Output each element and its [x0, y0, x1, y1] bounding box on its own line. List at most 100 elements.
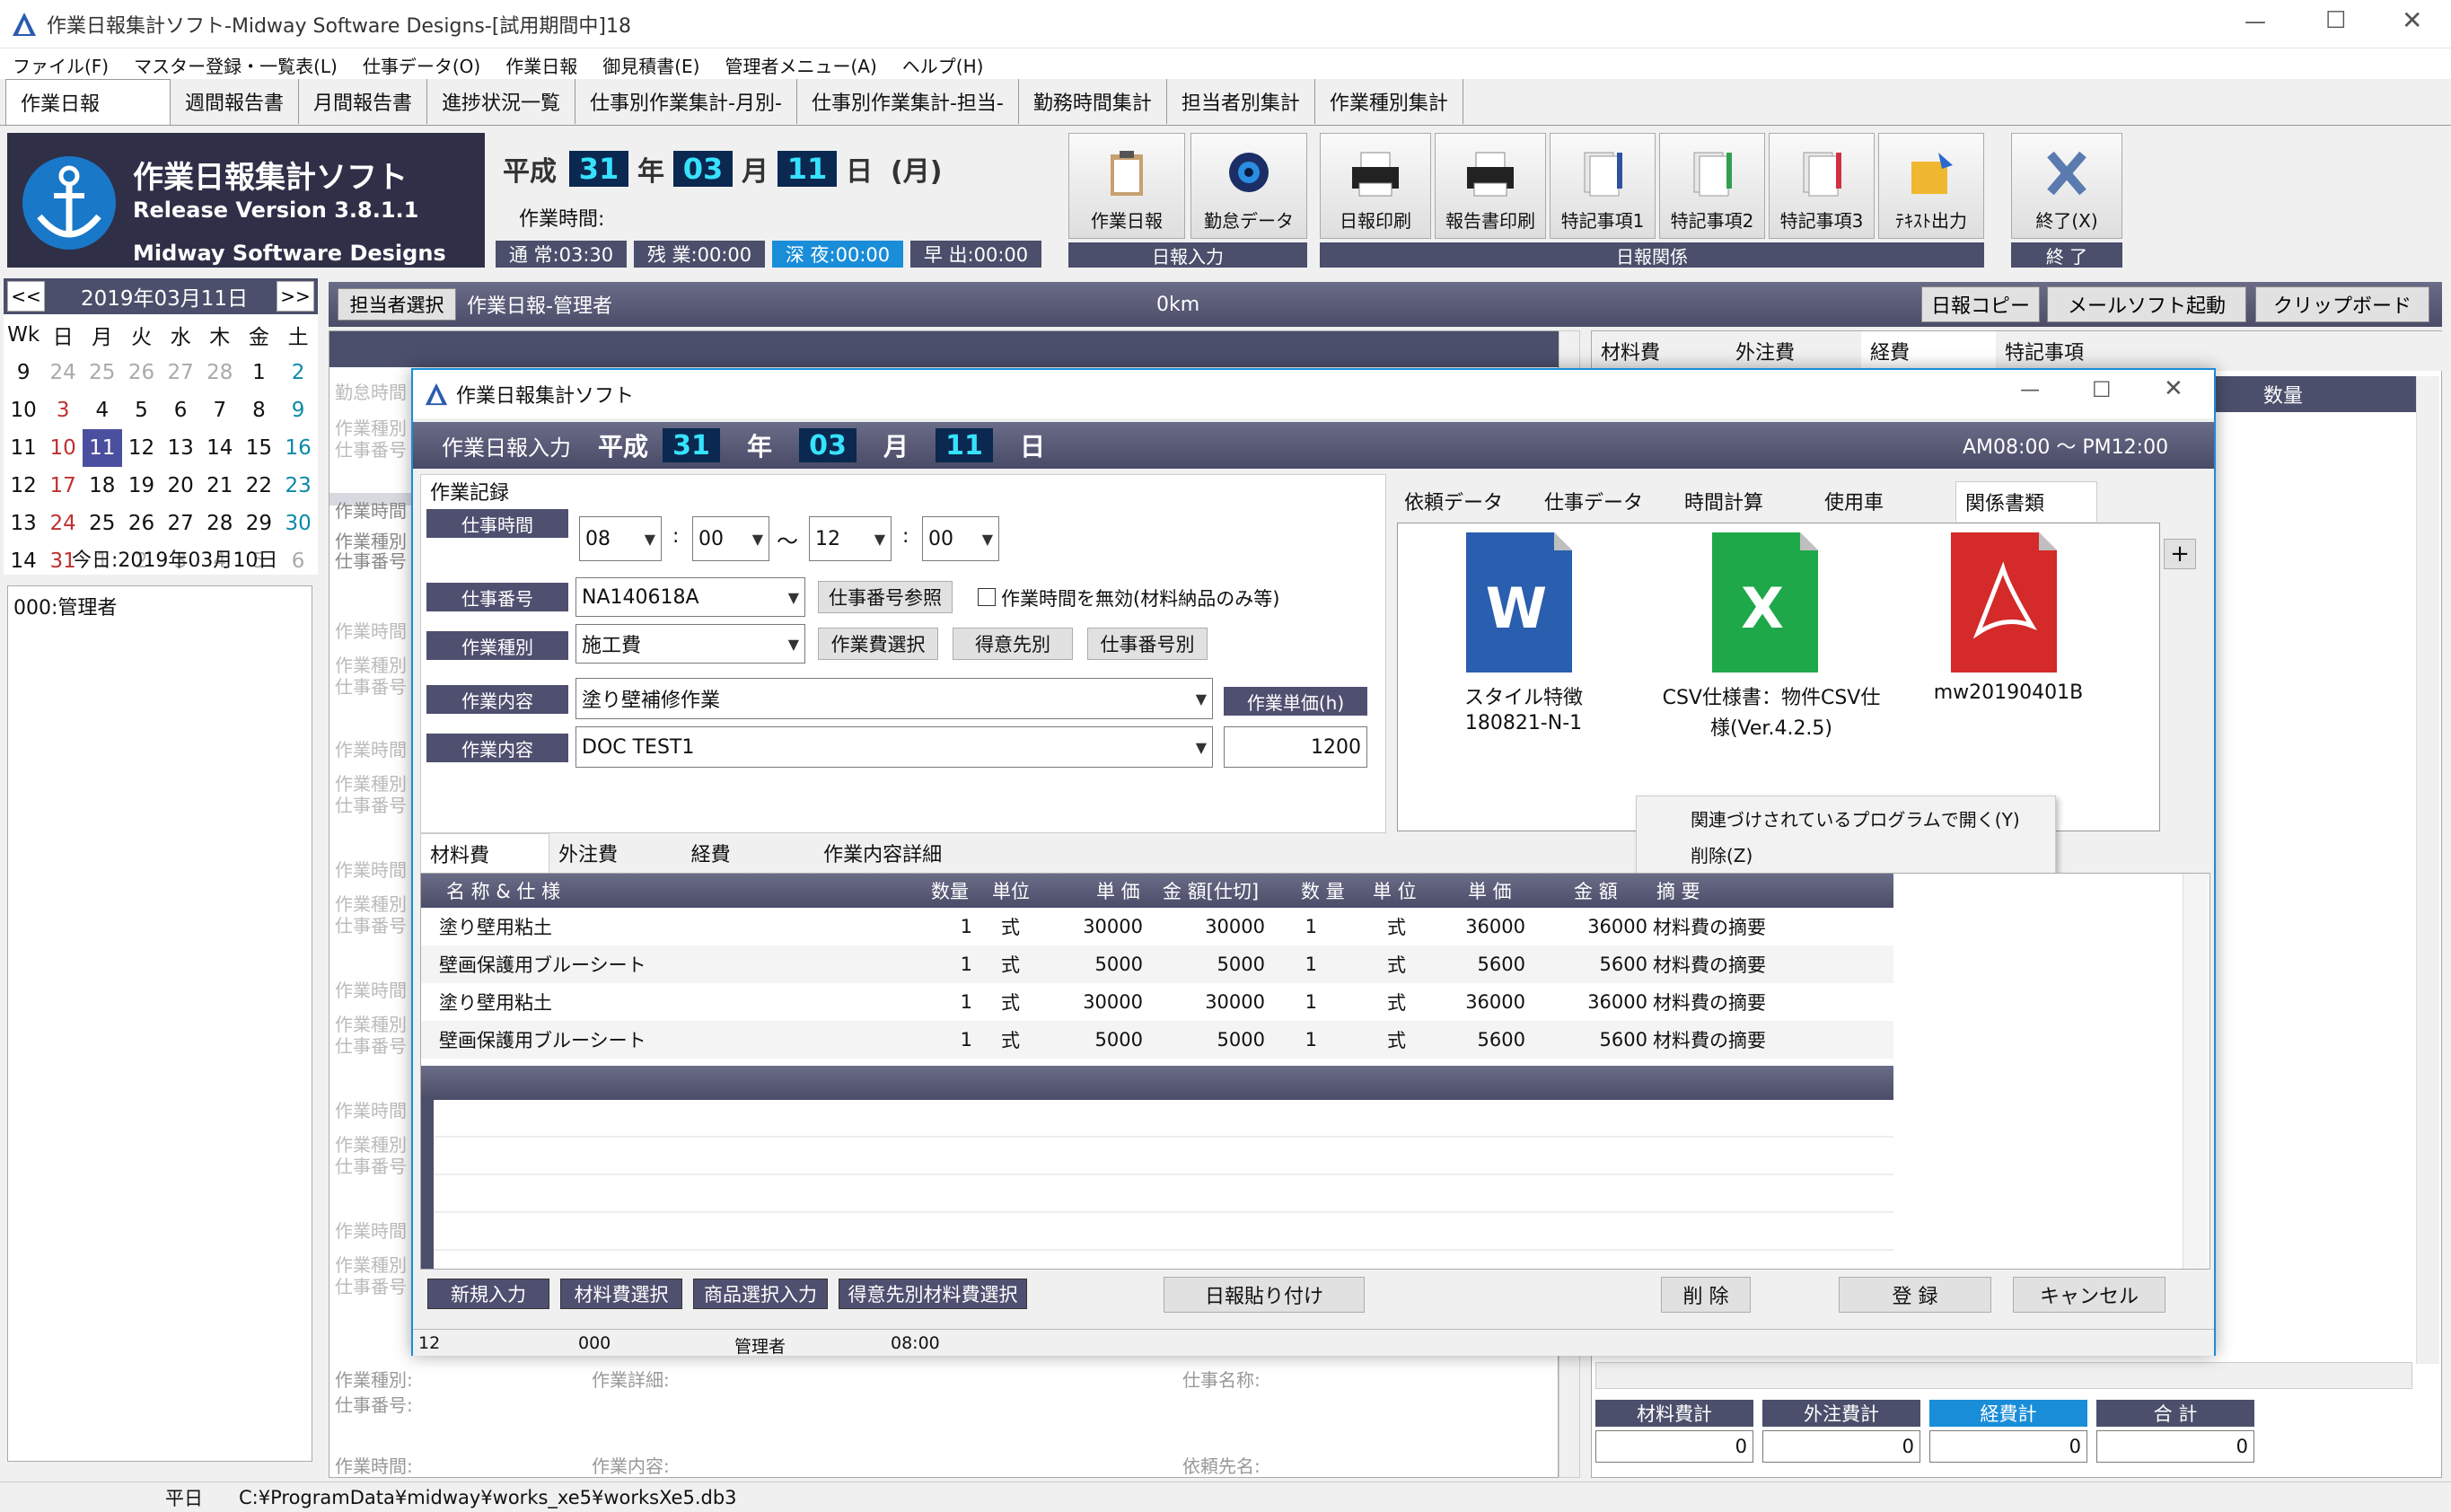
- tab-time-calc[interactable]: 時間計算: [1675, 481, 1815, 521]
- tool-daily-report[interactable]: 作業日報: [1068, 133, 1185, 239]
- tab-job-data[interactable]: 仕事データ: [1535, 481, 1675, 521]
- table-row[interactable]: 壁画保護用ブルーシート 1 式 5000 5000 1 式 5600 5600 …: [421, 1021, 1893, 1059]
- tab-monthly-report[interactable]: 月間報告書: [299, 79, 428, 124]
- tab-staff-summary[interactable]: 担当者別集計: [1167, 79, 1315, 124]
- add-doc-button[interactable]: +: [2164, 539, 2196, 569]
- new-entry-button[interactable]: 新規入力: [427, 1279, 549, 1309]
- calendar-selected-day[interactable]: 11: [82, 429, 122, 467]
- context-open-with[interactable]: 関連づけされているプログラムで開く(Y): [1691, 805, 2020, 831]
- exit-button[interactable]: 終了(X): [2011, 133, 2122, 239]
- tab-request-data[interactable]: 依頼データ: [1395, 481, 1535, 521]
- clipboard-button[interactable]: クリップボード: [2255, 286, 2429, 322]
- by-job-number-button[interactable]: 仕事番号別: [1087, 628, 1208, 660]
- calendar-next-button[interactable]: >>: [277, 281, 314, 312]
- table-row[interactable]: 壁画保護用ブルーシート 1 式 5000 5000 1 式 5600 5600 …: [421, 945, 1893, 983]
- row-label: 仕事番号: [335, 1035, 407, 1057]
- staff-list-item[interactable]: 000:管理者: [8, 586, 312, 626]
- by-client-button[interactable]: 得意先別: [953, 628, 1073, 660]
- job-number-select[interactable]: NA140618A ▼: [575, 577, 805, 617]
- client-material-select-button[interactable]: 得意先別材料費選択: [839, 1279, 1027, 1309]
- dialog-minimize-icon[interactable]: —: [2020, 379, 2040, 401]
- table-row[interactable]: 塗り壁用粘土 1 式 30000 30000 1 式 36000 36000 材…: [421, 908, 1893, 945]
- tab-worktype-summary[interactable]: 作業種別集計: [1315, 79, 1463, 124]
- tool-note1[interactable]: 特記事項1: [1550, 133, 1656, 239]
- register-button[interactable]: 登 録: [1839, 1277, 1991, 1313]
- menu-job-data[interactable]: 仕事データ(O): [363, 52, 480, 78]
- doc-item-word[interactable]: W: [1461, 532, 1586, 676]
- material-select-button[interactable]: 材料費選択: [560, 1279, 682, 1309]
- minimize-icon[interactable]: —: [2245, 9, 2266, 34]
- menu-daily-report[interactable]: 作業日報: [505, 52, 577, 78]
- tab-material-cost[interactable]: 材料費: [420, 833, 549, 874]
- job-number-ref-button[interactable]: 仕事番号参照: [818, 581, 953, 613]
- dialog-title: 作業日報集計ソフト: [456, 385, 635, 408]
- close-icon[interactable]: ✕: [2402, 5, 2422, 35]
- doc-item-pdf[interactable]: [1946, 532, 2071, 676]
- work-type-select[interactable]: 施工費 ▼: [575, 624, 805, 664]
- right-tab-outsource[interactable]: 外注費: [1726, 331, 1861, 371]
- tool-attendance[interactable]: 勤怠データ: [1190, 133, 1307, 239]
- work-content-select[interactable]: 塗り壁補修作業 ▼: [575, 678, 1213, 719]
- context-delete[interactable]: 削除(Z): [1691, 841, 1753, 867]
- work-cost-select-button[interactable]: 作業費選択: [818, 628, 938, 660]
- tab-vehicle[interactable]: 使用車: [1815, 481, 1955, 521]
- dialog-close-icon[interactable]: ✕: [2164, 375, 2183, 402]
- table-row[interactable]: 塗り壁用粘土 1 式 30000 30000 1 式 36000 36000 材…: [421, 983, 1893, 1021]
- menu-admin[interactable]: 管理者メニュー(A): [725, 52, 876, 78]
- cost-grid-scrollbar[interactable]: [2183, 874, 2208, 1269]
- product-select-button[interactable]: 商品選択入力: [693, 1279, 828, 1309]
- total-expense-label: 経費計: [1929, 1400, 2087, 1427]
- end-hour-select[interactable]: 12 ▼: [809, 516, 892, 561]
- staff-list[interactable]: 000:管理者: [7, 585, 312, 1462]
- pdf-file-icon: [1951, 532, 2057, 672]
- disable-time-checkbox[interactable]: [978, 588, 996, 606]
- end-minute-select[interactable]: 00 ▼: [922, 516, 999, 561]
- mail-soft-button[interactable]: メールソフト起動: [2047, 286, 2246, 322]
- menu-master[interactable]: マスター登録・一覧表(L): [134, 52, 338, 78]
- unit-price-input[interactable]: 1200: [1224, 726, 1367, 768]
- staff-select-button[interactable]: 担当者選択: [338, 288, 456, 321]
- menu-file[interactable]: ファイル(F): [13, 52, 109, 78]
- tab-daily-report[interactable]: 作業日報: [5, 79, 171, 125]
- row-label: 仕事番号: [335, 676, 407, 698]
- start-minute-select[interactable]: 00 ▼: [692, 516, 769, 561]
- tool-note3[interactable]: 特記事項3: [1769, 133, 1875, 239]
- tab-work-hours[interactable]: 勤務時間集計: [1019, 79, 1167, 124]
- tool-print-report[interactable]: 報告書印刷: [1435, 133, 1546, 239]
- calendar-prev-button[interactable]: <<: [7, 281, 45, 312]
- right-panel-hscroll[interactable]: [1595, 1362, 2412, 1389]
- row-detail-label: 作業詳細:: [592, 1369, 670, 1391]
- row-label: 仕事番号: [335, 795, 407, 816]
- tab-weekly-report[interactable]: 週間報告書: [171, 79, 300, 124]
- tab-outsource-cost[interactable]: 外注費: [549, 833, 682, 873]
- copy-report-button[interactable]: 日報コピー: [1921, 286, 2040, 322]
- maximize-icon[interactable]: ☐: [2325, 7, 2346, 34]
- dialog-maximize-icon[interactable]: ☐: [2092, 377, 2112, 402]
- menu-help[interactable]: ヘルプ(H): [902, 52, 984, 78]
- total-sum-value: 0: [2096, 1430, 2254, 1463]
- tab-related-docs[interactable]: 関係書類: [1955, 481, 2097, 522]
- tab-job-staff[interactable]: 仕事別作業集計-担当-: [797, 79, 1019, 124]
- chevron-down-icon: ▼: [787, 635, 799, 653]
- doc-item-excel[interactable]: X: [1707, 532, 1832, 676]
- tab-expense-cost[interactable]: 経費: [682, 833, 815, 873]
- cancel-button[interactable]: キャンセル: [2013, 1277, 2165, 1313]
- tab-progress[interactable]: 進捗状況一覧: [427, 79, 576, 124]
- right-tab-notes[interactable]: 特記事項: [1996, 331, 2130, 371]
- tab-work-detail[interactable]: 作業内容詳細: [814, 833, 959, 873]
- work-content-select-2[interactable]: DOC TEST1 ▼: [575, 726, 1213, 768]
- right-tab-material[interactable]: 材料費: [1592, 331, 1726, 371]
- main-bar-title: 作業日報-管理者: [467, 295, 612, 318]
- tab-job-monthly[interactable]: 仕事別作業集計-月別-: [575, 79, 797, 124]
- anchor-logo-icon: [22, 156, 116, 250]
- right-panel-vscroll[interactable]: [2416, 376, 2439, 1364]
- paste-report-button[interactable]: 日報貼り付け: [1164, 1277, 1365, 1313]
- menu-estimate[interactable]: 御見積書(E): [602, 52, 699, 78]
- calendar-today[interactable]: 今日:2019年03月10日: [72, 544, 277, 573]
- delete-button[interactable]: 削 除: [1661, 1277, 1751, 1313]
- tool-note2[interactable]: 特記事項2: [1659, 133, 1765, 239]
- tool-text-export[interactable]: ﾃｷｽﾄ出力: [1878, 133, 1984, 239]
- tool-print-daily[interactable]: 日報印刷: [1320, 133, 1431, 239]
- right-tab-expense[interactable]: 経費: [1861, 331, 1996, 371]
- start-hour-select[interactable]: 08 ▼: [579, 516, 662, 561]
